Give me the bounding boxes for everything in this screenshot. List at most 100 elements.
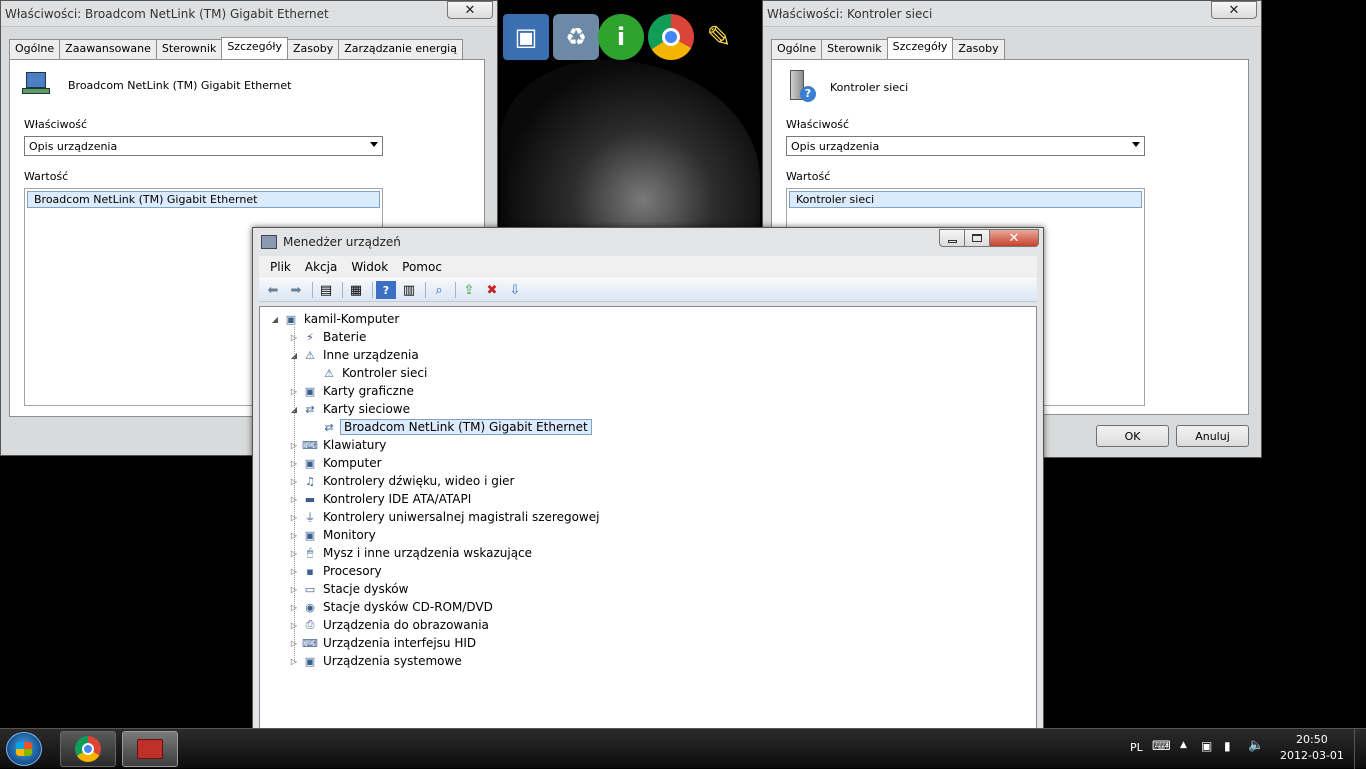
tree-category[interactable]: ▷ ▣ Karty graficzne bbox=[289, 382, 416, 400]
tree-category[interactable]: ◢ ⚠ Inne urządzenia bbox=[289, 346, 421, 364]
tree-category[interactable]: ▷ ⏚ Kontrolery uniwersalnej magistrali sze… bbox=[289, 508, 601, 526]
keyboard-icon[interactable]: ⌨ bbox=[1152, 739, 1171, 754]
chrome-icon[interactable] bbox=[648, 14, 694, 60]
close-button[interactable]: ✕ bbox=[447, 1, 493, 19]
tab-2[interactable]: Sterownik bbox=[155, 39, 223, 59]
show-hidden-icons-icon[interactable]: ▲ bbox=[1180, 740, 1187, 750]
tree-category[interactable]: ▷ ⚡ Baterie bbox=[289, 328, 368, 346]
menu-item-0[interactable]: Plik bbox=[263, 260, 298, 274]
tree-category[interactable]: ▷ ◉ Stacje dysków CD-ROM/DVD bbox=[289, 598, 495, 616]
category-icon-6: ♫ bbox=[305, 474, 315, 488]
tab-3[interactable]: Szczegóły bbox=[221, 37, 289, 59]
toolbar-separator bbox=[425, 282, 426, 298]
value-item[interactable]: Broadcom NetLink (TM) Gigabit Ethernet bbox=[27, 191, 380, 208]
minimize-button[interactable] bbox=[939, 229, 965, 247]
tree-node-label: Kontrolery IDE ATA/ATAPI bbox=[323, 492, 472, 506]
cancel-button[interactable]: Anuluj bbox=[1176, 425, 1249, 447]
close-button[interactable]: ✕ bbox=[989, 229, 1039, 247]
windows-logo-icon bbox=[16, 742, 32, 756]
clock-time[interactable]: 20:50 bbox=[1296, 733, 1328, 746]
tree-node-label: Stacje dysków CD-ROM/DVD bbox=[323, 600, 493, 614]
device-manager-icon bbox=[261, 235, 277, 249]
info-icon[interactable]: i bbox=[598, 14, 644, 60]
category-icon-8: ⏚ bbox=[304, 511, 316, 524]
tree-category[interactable]: ▷ ⎙ Urządzenia do obrazowania bbox=[289, 616, 491, 634]
tree-category[interactable]: ▷ ▣ Urządzenia systemowe bbox=[289, 652, 464, 670]
tree-category[interactable]: ▷ ▪ Procesory bbox=[289, 562, 384, 580]
menu-item-3[interactable]: Pomoc bbox=[395, 260, 449, 274]
menu-item-1[interactable]: Akcja bbox=[298, 260, 344, 274]
tree-device[interactable]: ⚠ Kontroler sieci bbox=[308, 364, 429, 382]
tree-category[interactable]: ▷ ⌨ Urządzenia interfejsu HID bbox=[289, 634, 478, 652]
tree-node-label: Procesory bbox=[323, 564, 382, 578]
tree-category[interactable]: ▷ ⌨ Klawiatury bbox=[289, 436, 388, 454]
taskbar-device-manager-button[interactable] bbox=[122, 731, 178, 767]
left-tab-strip: Ogólne Zaawansowane Sterownik Szczegóły Zaso… bbox=[9, 37, 463, 59]
tree-node-label: kamil-Komputer bbox=[304, 312, 400, 326]
show-hide-console-tree-icon[interactable]: ▤ bbox=[316, 281, 336, 299]
tree-node-label: Komputer bbox=[323, 456, 382, 470]
tree-category[interactable]: ▷ ♫ Kontrolery dźwięku, wideo i gier bbox=[289, 472, 516, 490]
value-item[interactable]: Kontroler sieci bbox=[789, 191, 1142, 208]
device-manager-window: Menedżer urządzeń ✕ Plik Akcja Widok Pomoc … bbox=[252, 227, 1044, 731]
toolbar-separator bbox=[312, 282, 313, 298]
close-button[interactable]: ✕ bbox=[1211, 1, 1257, 19]
tab-2[interactable]: Szczegóły bbox=[886, 37, 954, 59]
show-desktop-button[interactable] bbox=[1354, 729, 1366, 769]
tab-0[interactable]: Ogólne bbox=[771, 39, 823, 59]
clock-date[interactable]: 2012-03-01 bbox=[1280, 749, 1344, 762]
category-icon-0: ⚡ bbox=[306, 330, 314, 344]
warning-device-icon: ⚠ bbox=[324, 366, 334, 380]
tree-category[interactable]: ▷ ▣ Komputer bbox=[289, 454, 384, 472]
tab-4[interactable]: Zasoby bbox=[287, 39, 340, 59]
menu-item-2[interactable]: Widok bbox=[344, 260, 395, 274]
tree-category[interactable]: ▷ ▬ Kontrolery IDE ATA/ATAPI bbox=[289, 490, 473, 508]
tree-node-label: Monitory bbox=[323, 528, 376, 542]
tree-root[interactable]: ◢ ▣ kamil-Komputer bbox=[270, 310, 401, 328]
toolbar-separator bbox=[372, 282, 373, 298]
action-pane-icon[interactable]: ▥ bbox=[399, 281, 419, 299]
ok-button[interactable]: OK bbox=[1096, 425, 1169, 447]
right-properties-titlebar[interactable]: Właściwości: Kontroler sieci ✕ bbox=[763, 1, 1261, 27]
property-select[interactable]: Opis urządzenia bbox=[786, 136, 1145, 156]
disable-device-icon[interactable]: ⇩ bbox=[505, 281, 525, 299]
forward-icon[interactable]: ➡ bbox=[286, 281, 306, 299]
tree-category[interactable]: ◢ ⇄ Karty sieciowe bbox=[289, 400, 412, 418]
update-driver-icon[interactable]: ⇪ bbox=[459, 281, 479, 299]
scan-hardware-icon[interactable]: ⌕ bbox=[429, 281, 449, 299]
tree-category[interactable]: ▷ ▭ Stacje dysków bbox=[289, 580, 410, 598]
tree-category[interactable]: ▷ ▣ Monitory bbox=[289, 526, 378, 544]
back-icon[interactable]: ⬅ bbox=[263, 281, 283, 299]
bulb-icon[interactable]: ✎ bbox=[696, 14, 742, 60]
computer-icon[interactable]: ▣ bbox=[503, 14, 549, 60]
language-indicator[interactable]: PL bbox=[1130, 741, 1143, 754]
recycle-bin-icon[interactable]: ♻ bbox=[553, 14, 599, 60]
property-select[interactable]: Opis urządzenia bbox=[24, 136, 383, 156]
toolbar-separator bbox=[455, 282, 456, 298]
category-icon-9: ▣ bbox=[304, 528, 316, 542]
tab-5[interactable]: Zarządzanie energią bbox=[338, 39, 463, 59]
help-icon[interactable]: ? bbox=[376, 281, 396, 299]
maximize-button[interactable] bbox=[964, 229, 990, 247]
tab-1[interactable]: Sterownik bbox=[821, 39, 888, 59]
start-button[interactable] bbox=[6, 732, 42, 766]
tree-category[interactable]: ▷ 🖱 Mysz i inne urządzenia wskazujące bbox=[289, 544, 534, 562]
power-icon[interactable]: ▮ bbox=[1224, 739, 1231, 753]
tab-1[interactable]: Zaawansowane bbox=[59, 39, 157, 59]
network-icon[interactable]: ▣ bbox=[1201, 739, 1212, 753]
device-name: Broadcom NetLink (TM) Gigabit Ethernet bbox=[68, 78, 292, 92]
volume-icon[interactable]: 🔈 bbox=[1248, 738, 1264, 753]
tree-node-label: Kontrolery uniwersalnej magistrali szere… bbox=[323, 510, 600, 524]
tab-0[interactable]: Ogólne bbox=[9, 39, 61, 59]
property-select-value: Opis urządzenia bbox=[29, 139, 118, 153]
category-icon-2: ▣ bbox=[304, 384, 316, 398]
tree-device[interactable]: ⇄ Broadcom NetLink (TM) Gigabit Ethernet bbox=[308, 418, 592, 436]
device-manager-titlebar[interactable]: Menedżer urządzeń ✕ bbox=[253, 228, 1043, 256]
collapse-arrow-icon[interactable]: ◢ bbox=[270, 315, 280, 324]
properties-icon[interactable]: ▦ bbox=[346, 281, 366, 299]
device-tree[interactable]: ◢ ▣ kamil-Komputer ▷ ⚡ Baterie ◢ ⚠ Inne urządzen… bbox=[259, 306, 1037, 730]
uninstall-icon[interactable]: ✖ bbox=[482, 281, 502, 299]
left-properties-titlebar[interactable]: Właściwości: Broadcom NetLink (TM) Gigab… bbox=[1, 1, 497, 27]
tab-3[interactable]: Zasoby bbox=[952, 39, 1005, 59]
taskbar-chrome-button[interactable] bbox=[60, 731, 116, 767]
